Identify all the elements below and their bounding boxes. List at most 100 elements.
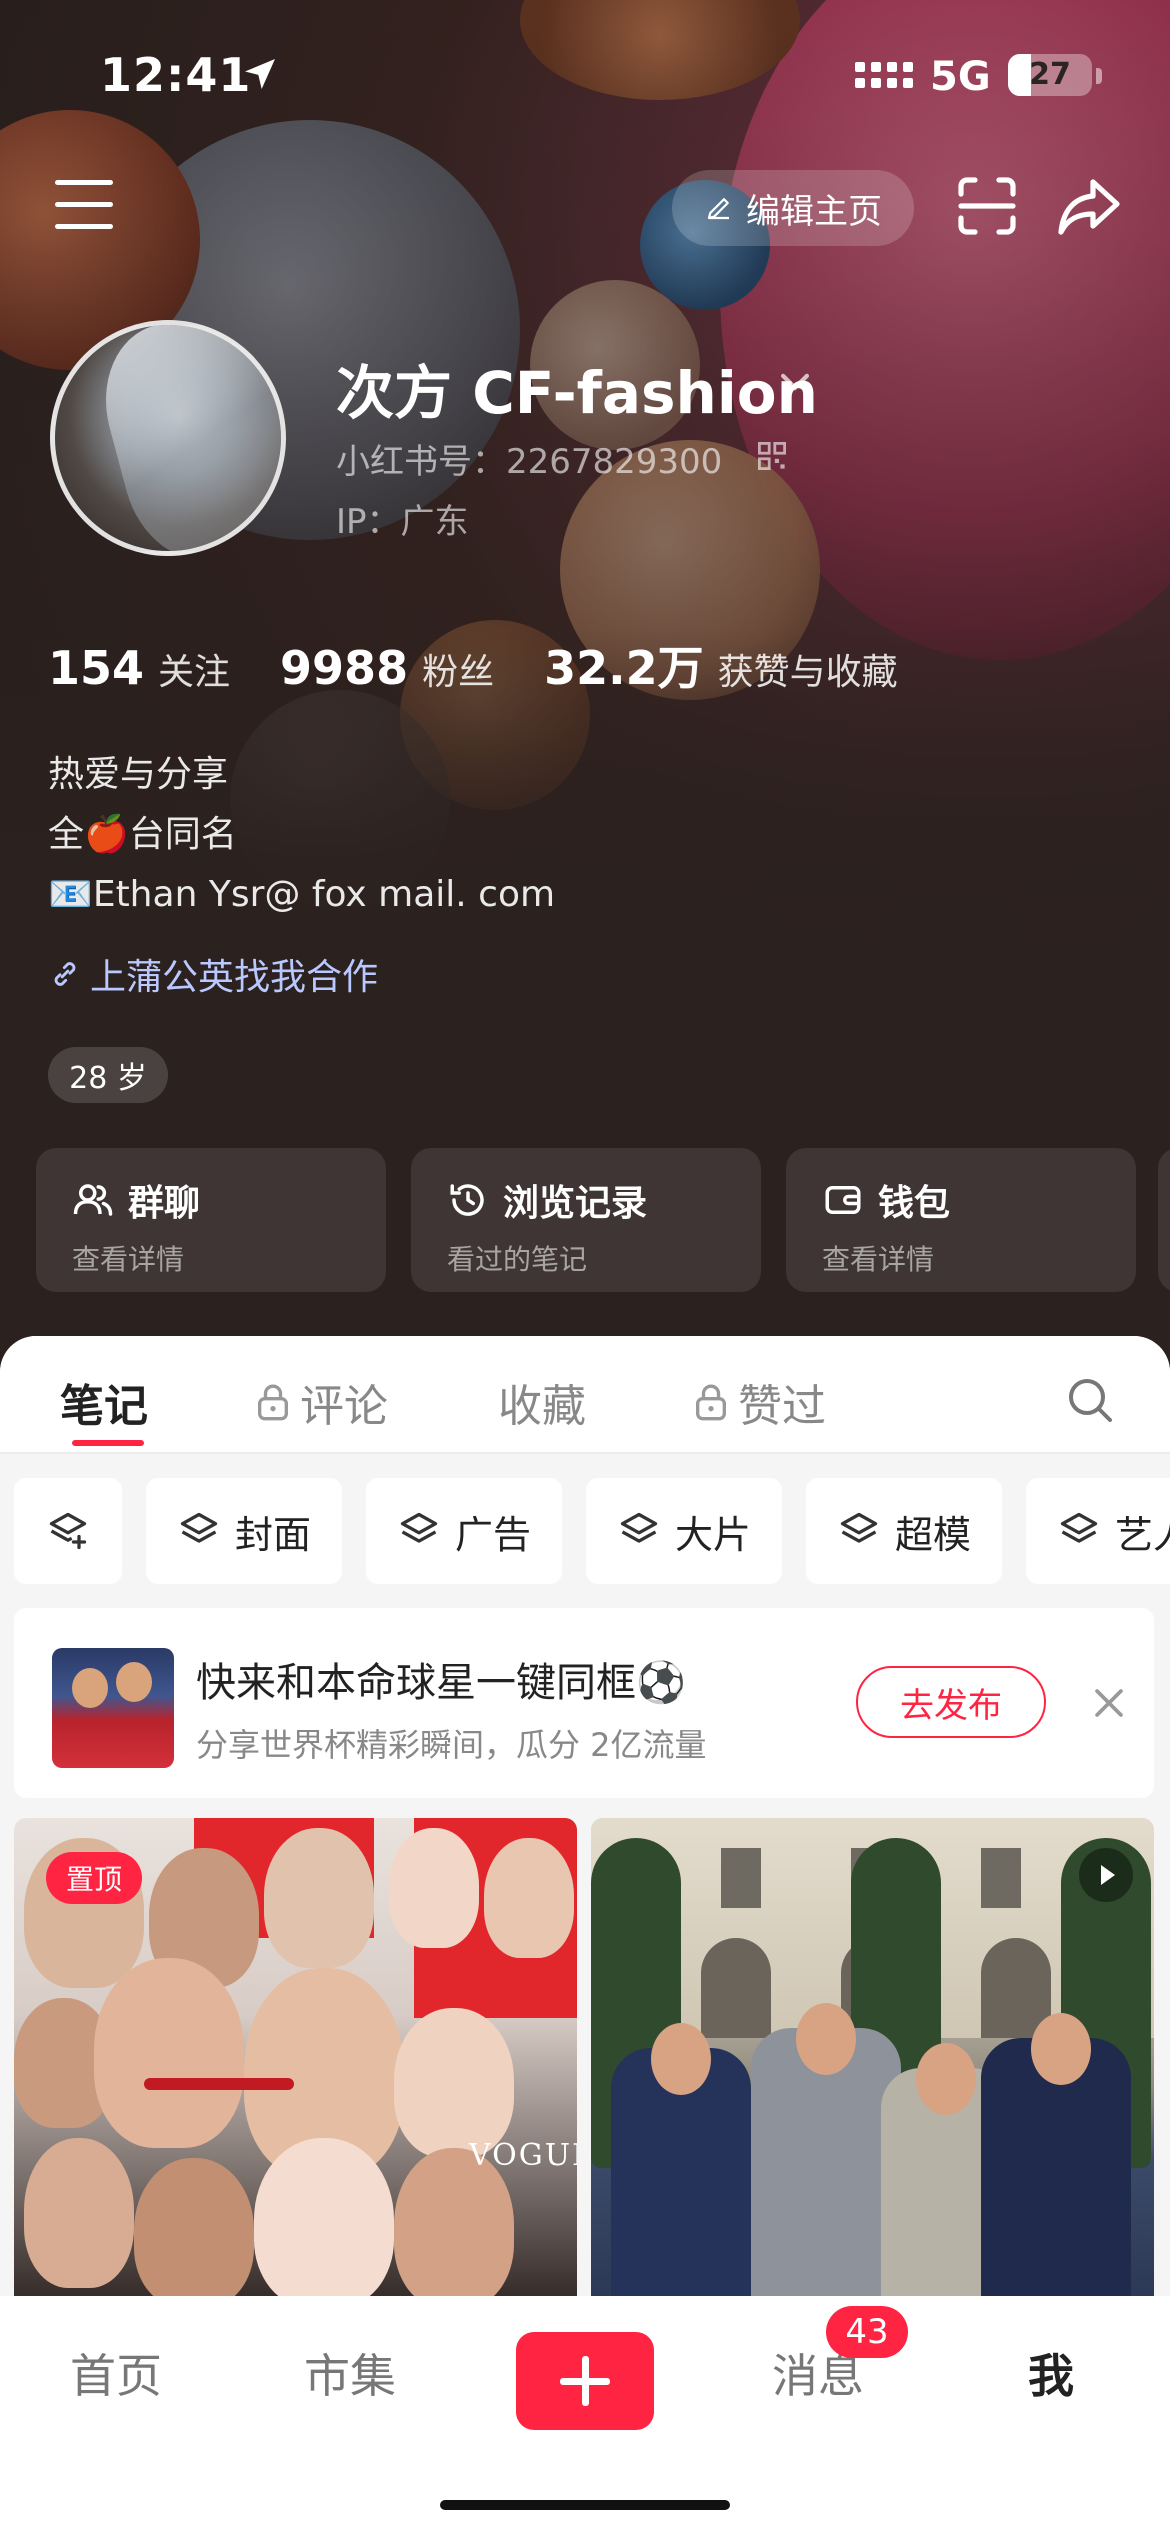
quick-card-overflow[interactable] xyxy=(1158,1148,1170,1292)
tab-collections[interactable]: 收藏 xyxy=(498,1370,586,1434)
status-bar: 12:41 5G 27 xyxy=(0,40,1170,120)
bio-line: 📧Ethan Ysr@ fox mail. com xyxy=(48,874,556,915)
stat-following[interactable]: 154 关注 xyxy=(48,641,230,695)
create-post-button[interactable] xyxy=(516,2332,654,2430)
tab-notes[interactable]: 笔记 xyxy=(60,1370,148,1434)
status-time: 12:41 xyxy=(100,48,252,102)
layers-icon xyxy=(1060,1512,1098,1543)
scan-icon[interactable] xyxy=(955,174,1019,238)
stat-likes-and-collections[interactable]: 32.2万 获赞与收藏 xyxy=(544,632,898,698)
promo-thumbnail xyxy=(52,1648,174,1768)
quick-card-title: 钱包 xyxy=(878,1183,951,1224)
tabbar-me[interactable]: 我 xyxy=(1028,2340,1074,2406)
bio-line: 全🍎台同名 xyxy=(48,814,237,855)
bio-line: 热爱与分享 xyxy=(48,754,229,795)
pencil-icon xyxy=(707,198,729,220)
signal-icon xyxy=(855,62,913,88)
clock-icon xyxy=(450,1184,484,1216)
tab-liked[interactable]: 赞过 xyxy=(694,1370,826,1434)
chip-blockbuster[interactable]: 大片 xyxy=(586,1478,782,1584)
profile-ip: IP：广东 xyxy=(336,502,469,542)
quick-card-history[interactable]: 浏览记录 看过的笔记 xyxy=(411,1148,761,1292)
promo-banner[interactable]: 快来和本命球星一键同框⚽ 分享世界杯精彩瞬间，瓜分 2亿流量 去发布 xyxy=(14,1608,1154,1798)
chip-artist[interactable]: 艺人 xyxy=(1026,1478,1170,1584)
layers-icon xyxy=(840,1512,878,1543)
active-tab-indicator xyxy=(72,1440,144,1446)
quick-card-title: 浏览记录 xyxy=(503,1183,648,1224)
quick-card-title: 群聊 xyxy=(128,1183,201,1224)
profile-bio: 热爱与分享 全🍎台同名 📧Ethan Ysr@ fox mail. com xyxy=(48,745,555,925)
add-collection-button[interactable] xyxy=(14,1478,122,1584)
quick-card-wallet[interactable]: 钱包 查看详情 xyxy=(786,1148,1136,1292)
tabbar-market[interactable]: 市集 xyxy=(304,2340,396,2406)
vogue-text: VOGUE xyxy=(469,2138,577,2173)
tab-label: 笔记 xyxy=(60,1381,148,1432)
age-tag: 28 岁 xyxy=(48,1047,168,1103)
chip-label: 广告 xyxy=(454,1512,531,1557)
network-type: 5G xyxy=(930,54,991,100)
chip-supermodel[interactable]: 超模 xyxy=(806,1478,1002,1584)
share-icon[interactable] xyxy=(1055,174,1123,238)
chip-cover[interactable]: 封面 xyxy=(146,1478,342,1584)
tabbar-home[interactable]: 首页 xyxy=(70,2340,162,2406)
group-icon xyxy=(73,1184,113,1216)
note-card[interactable]: VOGUE 置顶 xyxy=(14,1818,577,2308)
stat-label: 获赞与收藏 xyxy=(717,652,898,693)
notes-feed: VOGUE 置顶 xyxy=(14,1818,1154,2308)
stat-followers[interactable]: 9988 粉丝 xyxy=(280,641,494,695)
link-icon xyxy=(54,962,76,986)
tab-label: 评论 xyxy=(300,1381,388,1432)
menu-icon[interactable] xyxy=(55,180,113,230)
qr-code-icon[interactable] xyxy=(758,442,786,470)
chip-ads[interactable]: 广告 xyxy=(366,1478,562,1584)
battery-tip xyxy=(1096,68,1102,84)
stat-number: 154 xyxy=(48,641,145,695)
video-play-icon xyxy=(1079,1848,1133,1902)
publish-button[interactable]: 去发布 xyxy=(856,1666,1046,1738)
stat-number: 9988 xyxy=(280,641,409,695)
tab-label: 赞过 xyxy=(738,1381,826,1432)
stat-number: 32.2万 xyxy=(544,641,704,695)
lock-icon xyxy=(258,1384,288,1421)
quick-cards: 群聊 查看详情 浏览记录 看过的笔记 钱包 查看详情 xyxy=(36,1148,1136,1292)
avatar-image xyxy=(87,325,281,551)
search-icon[interactable] xyxy=(1066,1376,1114,1424)
lips-detail xyxy=(144,2078,294,2090)
pinned-badge: 置顶 xyxy=(46,1852,142,1904)
edit-profile-label: 编辑主页 xyxy=(746,191,882,232)
quick-card-subtitle: 看过的笔记 xyxy=(447,1243,588,1276)
tab-label: 收藏 xyxy=(498,1381,586,1432)
close-icon[interactable] xyxy=(1092,1686,1126,1720)
bottom-tab-bar: 首页 市集 消息 43 我 xyxy=(0,2296,1170,2532)
wallet-icon xyxy=(825,1186,861,1214)
layers-icon xyxy=(180,1512,218,1543)
battery-icon: 27 xyxy=(1008,54,1092,96)
tab-comments[interactable]: 评论 xyxy=(256,1370,388,1434)
content-tabs: 笔记 评论 收藏 赞过 xyxy=(0,1336,1170,1454)
chip-label: 封面 xyxy=(234,1512,311,1557)
profile-stats: 154 关注 9988 粉丝 32.2万 获赞与收藏 xyxy=(48,632,948,698)
quick-card-subtitle: 查看详情 xyxy=(822,1243,935,1276)
collection-chips: 封面 广告 大片 超模 艺人 xyxy=(14,1478,1170,1584)
home-indicator xyxy=(440,2500,730,2510)
chevron-down-icon[interactable] xyxy=(778,366,812,396)
avatar[interactable] xyxy=(50,320,286,556)
profile-id: 小红书号：2267829300 xyxy=(336,442,723,482)
message-count-badge: 43 xyxy=(826,2306,908,2358)
collaboration-link-label: 上蒲公英找我合作 xyxy=(90,957,379,998)
edit-profile-button[interactable]: 编辑主页 xyxy=(672,170,914,246)
add-layers-icon xyxy=(49,1512,87,1550)
lock-icon xyxy=(696,1384,726,1421)
quick-card-group-chat[interactable]: 群聊 查看详情 xyxy=(36,1148,386,1292)
quick-card-subtitle: 查看详情 xyxy=(72,1243,185,1276)
stat-label: 关注 xyxy=(158,652,231,693)
stat-label: 粉丝 xyxy=(422,652,495,693)
chip-label: 艺人 xyxy=(1114,1512,1170,1557)
collaboration-link[interactable]: 上蒲公英找我合作 xyxy=(48,948,378,1000)
promo-subtitle: 分享世界杯精彩瞬间，瓜分 2亿流量 xyxy=(196,1726,707,1764)
location-arrow-icon xyxy=(245,59,275,89)
promo-title: 快来和本命球星一键同框⚽ xyxy=(196,1660,686,1706)
chip-label: 大片 xyxy=(674,1512,751,1557)
layers-icon xyxy=(620,1512,658,1543)
video-note-card[interactable] xyxy=(591,1818,1154,2308)
